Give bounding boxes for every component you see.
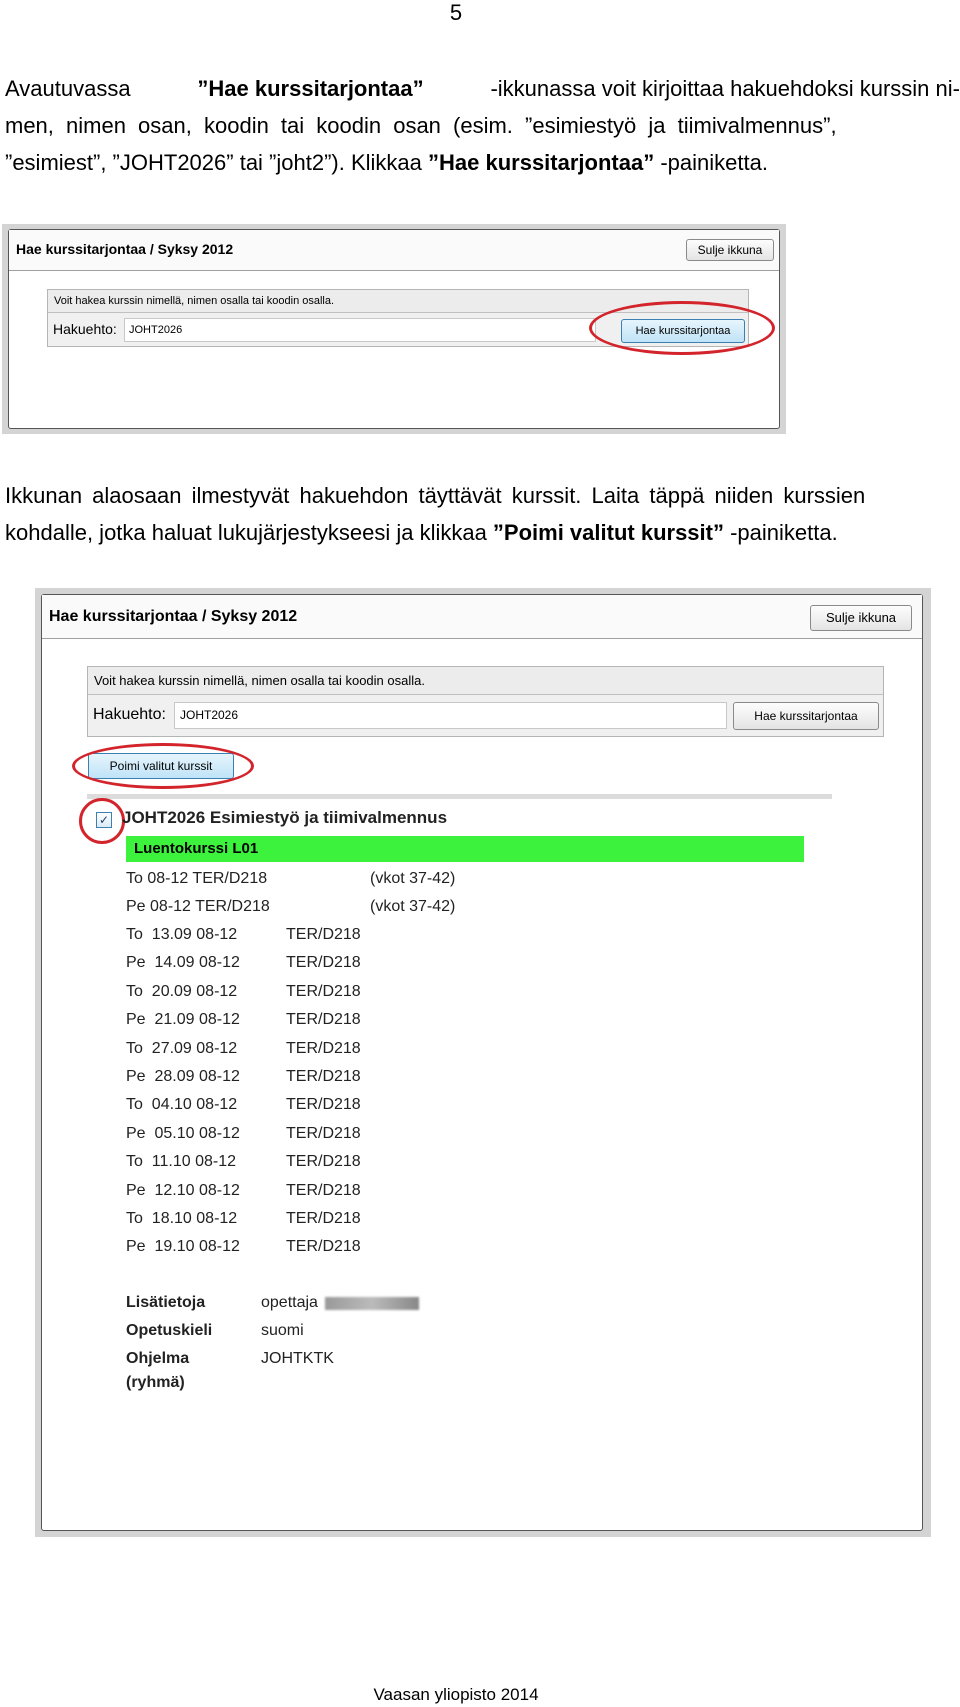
window-header: Hae kurssitarjontaa / Syksy 2012 Sulje i… [9, 230, 779, 271]
window-title: Hae kurssitarjontaa / Syksy 2012 [16, 241, 234, 257]
weekly-row: Pe 08-12 TER/D218 (vkot 37-42) [126, 898, 456, 915]
info-row: Opetuskieli suomi [126, 1322, 304, 1339]
session-row: To 18.10 08-12 TER/D218 [126, 1210, 361, 1227]
page-number: 5 [449, 0, 463, 25]
search-input[interactable]: JOHT2026 [124, 318, 596, 342]
footer: Vaasan yliopisto 2014 [373, 1685, 539, 1704]
screenshot-search-window: Hae kurssitarjontaa / Syksy 2012 Sulje i… [2, 224, 786, 434]
course-title-bar [87, 794, 832, 799]
middle-line-1: Ikkunan alaosaan ilmestyvät hakuehdon tä… [5, 483, 866, 508]
window-header-2: Hae kurssitarjontaa / Syksy 2012 Sulje i… [42, 595, 922, 639]
session-row: Pe 21.09 08-12 TER/D218 [126, 1011, 361, 1029]
screenshot-course-results: Hae kurssitarjontaa / Syksy 2012 Sulje i… [35, 588, 931, 1537]
session-row: To 13.09 08-12 TER/D218 [126, 926, 361, 943]
session-row: Pe 14.09 08-12 TER/D218 [126, 954, 361, 972]
search-box-2: Voit hakea kurssin nimellä, nimen osalla… [87, 666, 884, 737]
middle-paragraph: Ikkunan alaosaan ilmestyvät hakuehdon tä… [5, 477, 960, 551]
session-row: Pe 28.09 08-12 TER/D218 [126, 1068, 361, 1085]
results-window: Hae kurssitarjontaa / Syksy 2012 Sulje i… [41, 594, 923, 1531]
session-row: To 04.10 08-12 TER/D218 [126, 1096, 361, 1114]
search-label: Hakuehto: [53, 321, 117, 337]
highlight-ring-pick-button [72, 743, 254, 789]
search-label-2: Hakuehto: [93, 706, 166, 723]
session-row: To 11.10 08-12 TER/D218 [126, 1153, 361, 1171]
highlight-ring-checkbox [79, 798, 125, 844]
highlight-ring-search-button [589, 301, 775, 355]
close-window-button[interactable]: Sulje ikkuna [686, 239, 774, 261]
intro-line-1: Avautuvassa ”Hae kurssitarjontaa” -ikkun… [5, 76, 960, 101]
middle-line-2: kohdalle, jotka haluat lukujärjestyksees… [5, 520, 838, 545]
search-input-2[interactable]: JOHT2026 [174, 702, 727, 729]
course-title: JOHT2026 Esimiestyö ja tiimivalmennus [122, 808, 448, 827]
info-row: Lisätietoja opettaja [126, 1291, 526, 1315]
intro-paragraph: Avautuvassa ”Hae kurssitarjontaa” -ikkun… [5, 70, 960, 181]
session-row: Pe 19.10 08-12 TER/D218 [126, 1238, 361, 1256]
search-button-2[interactable]: Hae kurssitarjontaa [733, 702, 879, 730]
course-schedule: To 08-12 TER/D218 (vkot 37-42) Pe 08-12 … [126, 867, 826, 1391]
intro-line-2: men, nimen osan, koodin tai koodin osan … [5, 113, 837, 138]
session-list: To 13.09 08-12 TER/D218 Pe 14.09 08-12 TER/… [126, 923, 526, 1263]
session-row: Pe 12.10 08-12 TER/D218 [126, 1181, 361, 1199]
group-header: Luentokurssi L01 [126, 836, 804, 862]
redacted-name [325, 1297, 419, 1310]
info-row: Ohjelma (ryhmä) JOHTKTK [126, 1350, 334, 1391]
session-row: To 27.09 08-12 TER/D218 [126, 1039, 361, 1057]
window-title-2: Hae kurssitarjontaa / Syksy 2012 [49, 608, 298, 625]
search-info-2: Voit hakea kurssin nimellä, nimen osalla… [88, 667, 883, 695]
session-row: Pe 05.10 08-12 TER/D218 [126, 1124, 361, 1142]
close-window-button-2[interactable]: Sulje ikkuna [810, 605, 912, 631]
session-row: To 20.09 08-12 TER/D218 [126, 982, 361, 1000]
weekly-row: To 08-12 TER/D218 (vkot 37-42) [126, 870, 456, 887]
intro-line-3: ”esimiest”, ”JOHT2026” tai ”joht2”). Kli… [5, 150, 768, 175]
